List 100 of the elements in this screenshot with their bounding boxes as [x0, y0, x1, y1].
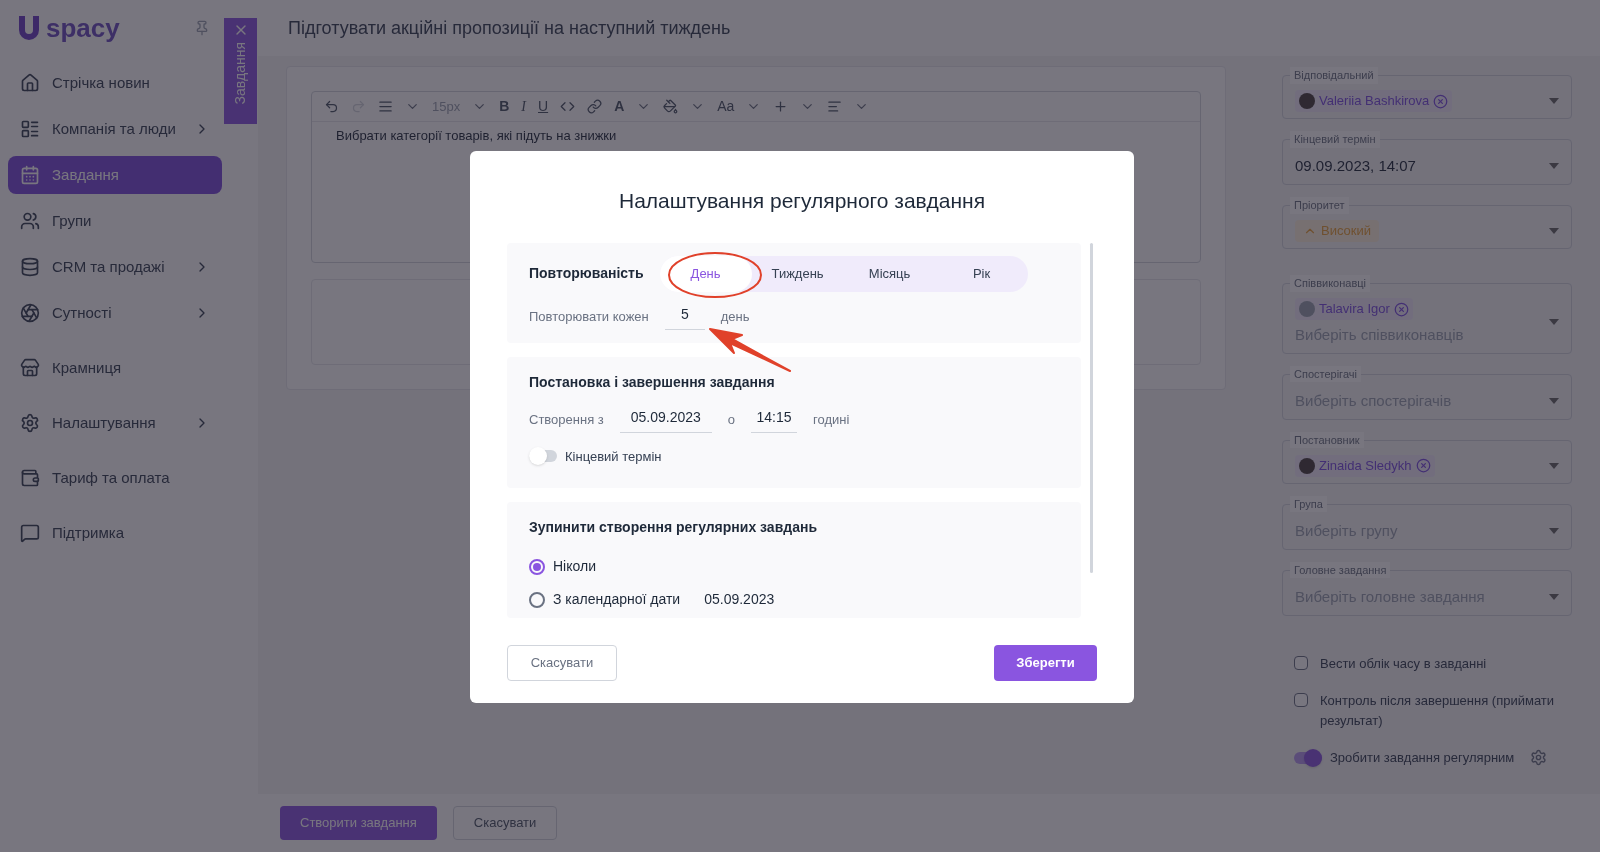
database-icon	[20, 257, 40, 277]
dropdown-arrow-icon	[1549, 163, 1559, 169]
link-icon[interactable]	[587, 99, 603, 114]
underline-button[interactable]: U	[538, 96, 549, 117]
person-chip[interactable]: Zinaida Sledykh	[1295, 454, 1435, 477]
sidebar-item[interactable]: Групи	[8, 202, 222, 240]
aperture-icon	[20, 303, 40, 323]
font-color-button[interactable]: A	[614, 96, 625, 117]
sidebar-item[interactable]: Крамниця	[8, 349, 222, 387]
dropdown-arrow-icon	[1549, 228, 1559, 234]
hours-label: годині	[813, 410, 850, 429]
calendar-icon	[20, 165, 40, 185]
avatar-icon	[1299, 93, 1315, 109]
avatar-icon	[1299, 457, 1315, 474]
unit-label: день	[720, 307, 750, 326]
dropdown-arrow-icon	[1549, 319, 1559, 326]
sidebar-item[interactable]: Підтримка	[8, 514, 222, 552]
deadline-toggle[interactable]	[529, 450, 557, 463]
section-heading: Зупинити створення регулярних завдань	[529, 518, 818, 537]
toggle-label: Зробити завдання регулярним	[1330, 749, 1515, 767]
period-tab[interactable]: День	[659, 255, 752, 292]
save-button[interactable]: Зберегти	[994, 644, 1097, 681]
cancel-button[interactable]: Скасувати	[452, 806, 558, 840]
sidebar-item[interactable]: Компанія та люди	[8, 110, 222, 148]
checkbox[interactable]	[1294, 655, 1308, 670]
person-chip[interactable]: Valeriia Bashkirova	[1295, 90, 1453, 112]
remove-icon[interactable]	[1393, 301, 1409, 317]
priority-chip[interactable]: Високий	[1295, 220, 1380, 242]
sidebar-item[interactable]: Сутності	[8, 294, 222, 332]
date-value[interactable]: 05.09.2023	[704, 589, 775, 610]
list-icon	[20, 119, 40, 139]
italic-button[interactable]: I	[521, 96, 526, 117]
side-tab-label: Завдання	[231, 42, 249, 105]
field-label: Група	[1290, 495, 1327, 512]
toggle-label: Кінцевий термін	[565, 447, 662, 466]
sidebar-item[interactable]: CRM та продажі	[8, 248, 222, 286]
field-label: Пріоритет	[1290, 197, 1349, 214]
bold-button[interactable]: B	[499, 96, 510, 117]
radio-button[interactable]	[529, 558, 545, 575]
home-icon	[20, 73, 40, 93]
repeat-label: Повторювати кожен	[529, 307, 649, 326]
avatar-icon	[1299, 301, 1315, 317]
dropdown-arrow-icon	[1549, 98, 1559, 104]
create-task-button[interactable]: Створити завдання	[280, 806, 437, 840]
at-label: о	[727, 410, 735, 429]
period-tab[interactable]: Тиждень	[751, 255, 844, 292]
section-heading: Постановка і завершення завдання	[529, 372, 776, 392]
checkbox-label: Контроль після завершення (приймати результат)	[1320, 692, 1556, 730]
modal-title: Налаштування регулярного завдання	[617, 188, 987, 214]
description-text: Вибрати категорії товарів, які підуть на знижки	[336, 128, 617, 143]
settings-icon	[20, 413, 40, 433]
checkbox-label: Вести облік часу в завданні	[1320, 654, 1487, 673]
start-label: Створення з	[529, 410, 604, 429]
dropdown-arrow-icon	[1549, 397, 1559, 404]
sidebar-item[interactable]: Тариф та оплата	[8, 459, 222, 497]
field-label: Співвиконавці	[1290, 275, 1370, 292]
remove-icon[interactable]	[1433, 93, 1449, 109]
plus-icon[interactable]	[773, 99, 789, 114]
users-icon	[20, 211, 40, 231]
text-case-button[interactable]: Aa	[717, 96, 735, 117]
dropdown-arrow-icon	[1549, 527, 1559, 534]
remove-icon[interactable]	[1415, 458, 1431, 473]
field-label: Спостерігачі	[1290, 365, 1361, 382]
pin-icon[interactable]	[194, 20, 210, 36]
align-icon[interactable]	[827, 99, 843, 114]
radio-button[interactable]	[529, 591, 545, 608]
logo-icon	[16, 14, 42, 42]
wallet-icon	[20, 468, 40, 488]
store-icon	[20, 358, 40, 378]
undo-icon[interactable]	[324, 99, 339, 114]
interval-input[interactable]: 5	[664, 303, 705, 330]
dropdown-arrow-icon	[1549, 593, 1559, 600]
field-label: Кінцевий термін	[1290, 131, 1380, 148]
code-icon[interactable]	[560, 99, 576, 114]
task-title: Підготувати акційні пропозиції на наступний тиждень	[288, 16, 731, 40]
period-tab[interactable]: Місяць	[843, 255, 936, 292]
radio-label: З календарної дати	[553, 590, 681, 609]
field-label: Постановник	[1290, 431, 1364, 448]
logo-text: spacy	[46, 15, 120, 41]
field-value: 09.09.2023, 14:07	[1295, 157, 1416, 174]
person-chip[interactable]: Talavira Igor	[1295, 298, 1413, 320]
chat-icon	[20, 523, 40, 543]
paragraph-icon[interactable]	[378, 99, 393, 114]
settings-icon[interactable]	[1530, 749, 1548, 767]
paint-bucket-icon[interactable]	[663, 99, 679, 114]
toggle-switch[interactable]	[1294, 751, 1322, 764]
period-tab[interactable]: Рік	[935, 255, 1028, 292]
sidebar-item[interactable]: Налаштування	[8, 404, 222, 442]
section-label: Повторюваність	[529, 264, 644, 283]
cancel-button[interactable]: Скасувати	[507, 644, 617, 681]
side-tab[interactable]: Завдання	[224, 18, 257, 124]
dropdown-arrow-icon	[1549, 462, 1559, 469]
field-label: Відповідальний	[1290, 67, 1378, 84]
sidebar-item[interactable]: Стрічка новин	[8, 64, 222, 102]
field-label: Головне завдання	[1290, 561, 1391, 578]
checkbox[interactable]	[1294, 693, 1308, 707]
radio-label: Ніколи	[553, 557, 596, 576]
date-input[interactable]: 05.09.2023	[619, 406, 712, 433]
sidebar-item[interactable]: Завдання	[8, 156, 222, 194]
time-input[interactable]: 14:15	[751, 406, 797, 433]
